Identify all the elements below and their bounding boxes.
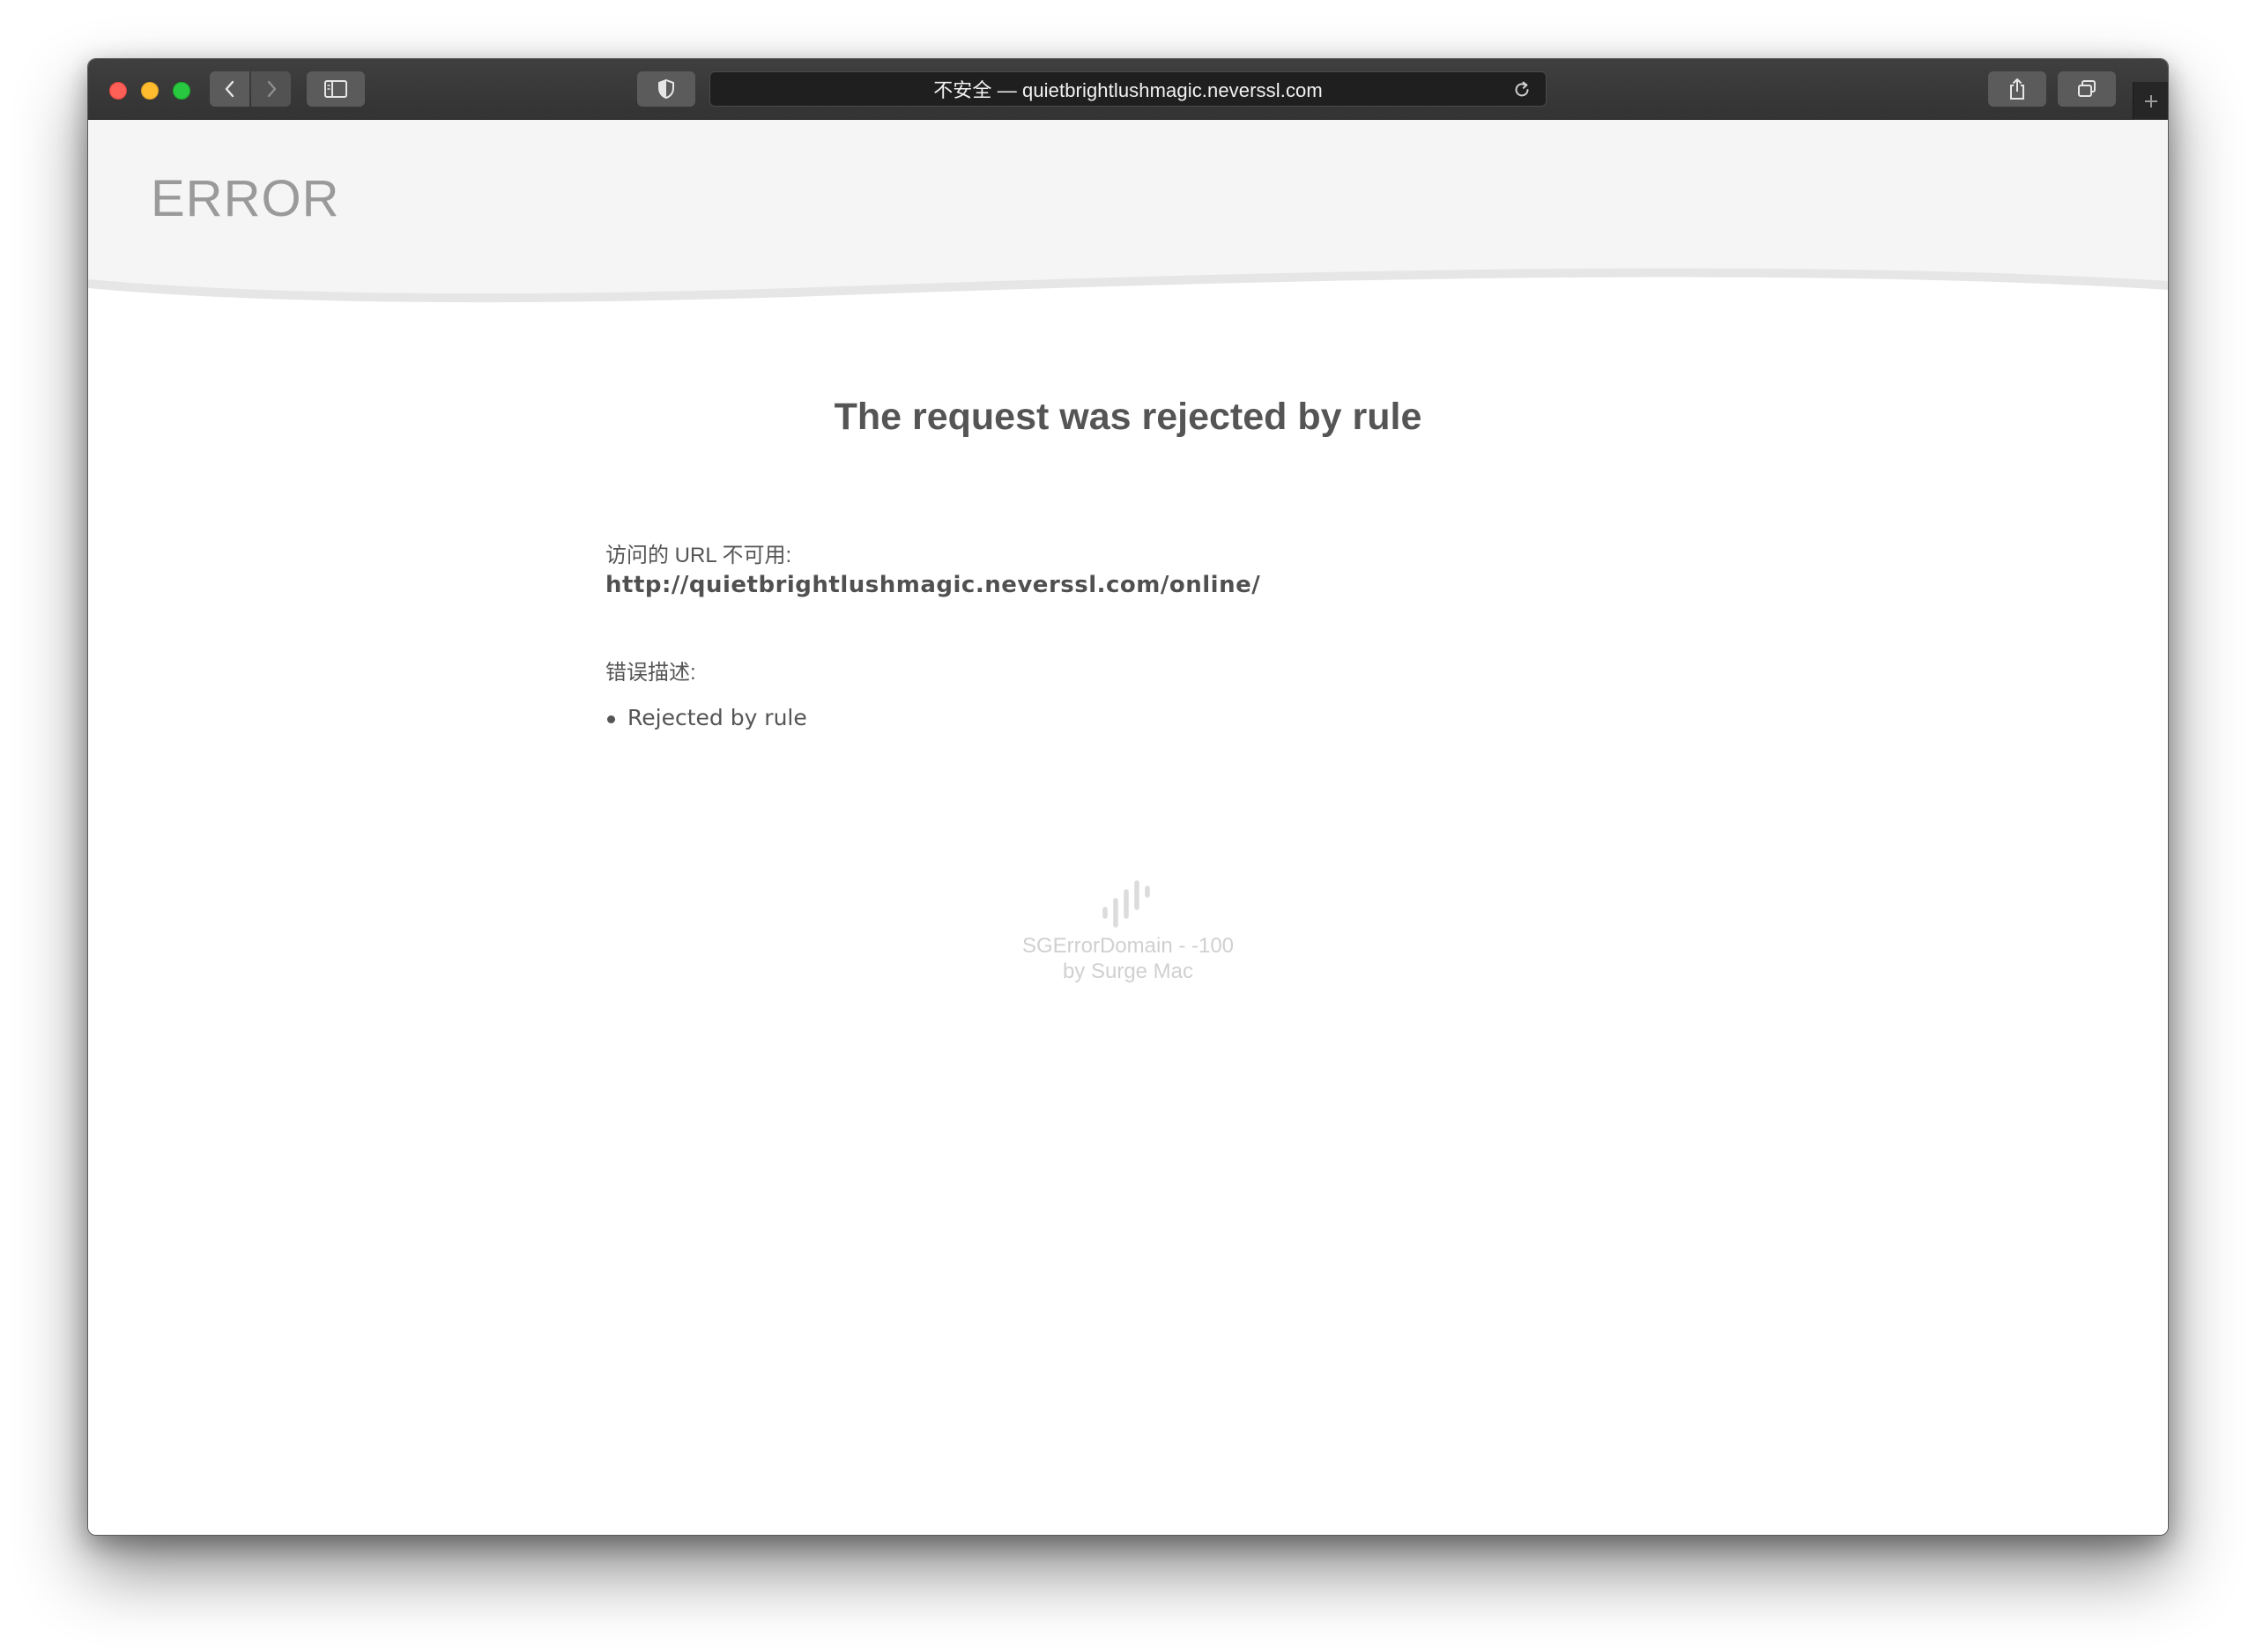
close-window-button[interactable] (109, 82, 127, 100)
shield-icon (658, 78, 674, 100)
error-heading: The request was rejected by rule (834, 396, 1422, 438)
surge-logo-icon (1102, 880, 1150, 928)
sidebar-button[interactable] (307, 71, 365, 107)
reload-icon[interactable] (1512, 80, 1532, 100)
provider-text: by Surge Mac (1062, 959, 1194, 983)
share-icon (2010, 78, 2024, 100)
bullet-icon (607, 715, 615, 723)
error-footer: SGErrorDomain - -100 by Surge Mac (88, 878, 2168, 984)
requested-url: http://quietbrightlushmagic.neverssl.com… (605, 572, 1261, 598)
privacy-report-button[interactable] (637, 71, 695, 107)
description-list: Rejected by rule (605, 705, 1663, 730)
forward-button[interactable] (251, 71, 291, 107)
navigation-buttons (210, 71, 291, 107)
error-details: 访问的 URL 不可用: http://quietbrightlushmagic… (605, 537, 1663, 730)
chevron-left-icon (225, 80, 234, 98)
tab-overview-button[interactable] (2058, 71, 2116, 107)
description-text: Rejected by rule (627, 705, 807, 730)
address-bar[interactable]: 不安全 — quietbrightlushmagic.neverssl.com (709, 71, 1547, 107)
tabs-overview-icon (2078, 80, 2096, 97)
browser-toolbar: 不安全 — quietbrightlushmagic.neverssl.com (88, 59, 2168, 120)
url-label: 访问的 URL 不可用: (605, 544, 792, 567)
plus-icon (2144, 94, 2157, 107)
description-label: 错误描述: (605, 661, 696, 685)
header-title: ERROR (151, 170, 340, 227)
address-text: 不安全 — quietbrightlushmagic.neverssl.com (933, 79, 1323, 101)
back-button[interactable] (210, 71, 249, 107)
share-button[interactable] (1988, 71, 2046, 107)
header-wave (88, 120, 2168, 302)
sidebar-icon (324, 80, 347, 98)
browser-window: 不安全 — quietbrightlushmagic.neverssl.com (87, 58, 2169, 1536)
error-header: ERROR (88, 120, 2168, 314)
chevron-right-icon (267, 80, 276, 98)
zoom-window-button[interactable] (173, 82, 190, 100)
minimize-window-button[interactable] (141, 82, 159, 100)
web-page: ERROR The request was rejected by rule 访… (88, 120, 2168, 1535)
error-domain-text: SGErrorDomain - -100 (1021, 934, 1235, 958)
description-item: Rejected by rule (605, 705, 1663, 730)
surge-logo-icon (2044, 169, 2104, 227)
new-tab-button[interactable] (2133, 82, 2168, 120)
